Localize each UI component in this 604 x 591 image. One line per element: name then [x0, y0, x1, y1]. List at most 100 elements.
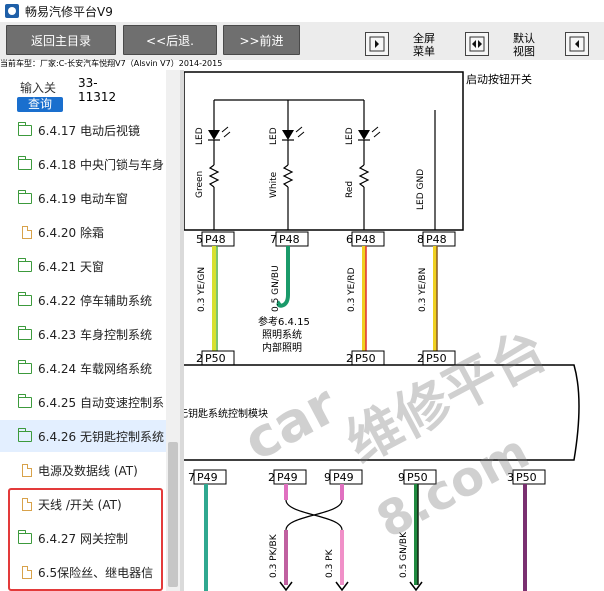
connector-label: P48	[205, 233, 226, 246]
sidebar-tree: 输入关 33- 11312 查询 6.4.17 电动后视镜 6.4.18 中央门锁…	[0, 70, 180, 591]
tree-item-label: 6.4.27 网关控制	[38, 531, 128, 546]
default-view-label[interactable]: 默认 视图	[504, 32, 544, 58]
tree-item[interactable]: 6.4.23 车身控制系统	[0, 318, 180, 350]
connector-label: P49	[333, 471, 354, 484]
vehicle-model-line: 当前车型：厂家:C-长安汽车悦翔V7（Alsvin V7）2014-2015	[0, 59, 223, 68]
search-label: 输入关	[20, 81, 57, 95]
tree-item[interactable]: 6.4.26 无钥匙控制系统	[0, 420, 180, 452]
resistor-icon	[208, 164, 220, 188]
ref-note-line3: 内部照明	[262, 341, 302, 354]
connector-label: P48	[279, 233, 300, 246]
ref-note-line1: 参考6.4.15	[258, 315, 310, 328]
connector-label: P49	[277, 471, 298, 484]
wire-gauge-label: 0.5 GN/BU	[271, 265, 281, 312]
folder-icon	[18, 291, 32, 306]
document-icon	[22, 497, 32, 511]
wiring-diagram-svg: 启动按钮开关 LED LED LEDGreen White Red LED GND 5 P4…	[184, 71, 580, 591]
tree-item-label: 6.4.25 自动变速控制系	[38, 395, 164, 410]
back-button[interactable]: <<后退.	[123, 25, 217, 55]
tree-item[interactable]: 6.4.19 电动车窗	[0, 182, 180, 214]
home-button[interactable]: 返回主目录	[6, 25, 116, 55]
folder-icon	[18, 359, 32, 374]
scrollbar-thumb[interactable]	[168, 442, 178, 587]
fullscreen-menu-label[interactable]: 全屏 菜单	[404, 32, 444, 58]
tree-item-label: 电源及数据线 (AT)	[38, 463, 138, 478]
tree-item[interactable]: 6.4.17 电动后视镜	[0, 114, 180, 146]
tree-item-label: 6.4.17 电动后视镜	[38, 123, 140, 138]
wire-gauge-label: 0.3 PK	[325, 548, 335, 578]
wire-gauge-label: 0.3 YE/RD	[347, 267, 357, 312]
app-title: 畅易汽修平台V9	[25, 4, 113, 19]
connector-label: P50	[426, 352, 447, 365]
connector-label: P50	[516, 471, 537, 484]
led-label: LED	[269, 127, 279, 145]
tree-item-label: 6.4.18 中央门锁与车身	[38, 157, 164, 172]
tree-item-label: 6.5保险丝、继电器信	[38, 565, 154, 580]
collapse-left-icon	[369, 36, 385, 52]
wire-color-label: Green	[195, 171, 205, 198]
switch-title: 启动按钮开关	[466, 72, 532, 86]
tree-item[interactable]: 6.4.18 中央门锁与车身	[0, 148, 180, 180]
wire-color-label: Red	[345, 181, 355, 198]
document-icon	[22, 225, 32, 239]
folder-icon	[18, 427, 32, 442]
connector-label: P48	[355, 233, 376, 246]
folder-icon	[18, 121, 32, 136]
folder-icon	[18, 189, 32, 204]
tree-item[interactable]: 天线 /开关 (AT)	[0, 488, 180, 520]
split-view-button[interactable]	[465, 32, 489, 56]
search-area: 输入关 33- 11312 查询	[0, 70, 165, 114]
tree-item-label: 6.4.20 除霜	[38, 225, 104, 240]
forward-button[interactable]: >>前进	[223, 25, 300, 55]
tree-item-label: 6.4.24 车载网络系统	[38, 361, 152, 376]
connector-label: P50	[205, 352, 226, 365]
folder-icon	[18, 529, 32, 544]
expand-right-icon	[569, 36, 585, 52]
ref-note-line2: 照明系统	[262, 328, 302, 341]
folder-icon	[18, 325, 32, 340]
tree-item[interactable]: 6.4.24 车载网络系统	[0, 352, 180, 384]
tree-item[interactable]: 6.4.22 停车辅助系统	[0, 284, 180, 316]
control-module-label: 无钥匙系统控制模块	[184, 407, 268, 420]
connector-label: P50	[355, 352, 376, 365]
expand-right-button[interactable]	[565, 32, 589, 56]
tree-item-label: 6.4.22 停车辅助系统	[38, 293, 152, 308]
document-icon	[22, 463, 32, 477]
tree-item[interactable]: 6.4.21 天窗	[0, 250, 180, 282]
tree-item[interactable]: 6.4.20 除霜	[0, 216, 180, 248]
wire-gauge-label: 0.3 YE/GN	[197, 267, 207, 312]
wiring-diagram: 启动按钮开关 LED LED LED Green White Red LED GND 5 P4…	[184, 70, 604, 591]
tree-item-label: 6.4.19 电动车窗	[38, 191, 128, 206]
app-logo-icon	[5, 4, 19, 18]
split-view-icon	[469, 36, 485, 52]
wire-color-label: White	[269, 171, 279, 198]
tree-item-label: 天线 /开关 (AT)	[38, 497, 122, 512]
tree-item[interactable]: 6.4.25 自动变速控制系	[0, 386, 180, 418]
search-code[interactable]: 33- 11312	[78, 76, 116, 104]
tree-item-label: 6.4.21 天窗	[38, 259, 104, 274]
tree-item[interactable]: 6.5保险丝、继电器信	[0, 556, 180, 588]
tree-item[interactable]: 6.4.27 网关控制	[0, 522, 180, 554]
tree-item[interactable]: 电源及数据线 (AT)	[0, 454, 180, 486]
document-icon	[22, 565, 32, 579]
wire-gauge-label: 0.5 GN/BK	[399, 531, 409, 578]
title-bar: 畅易汽修平台V9	[0, 0, 604, 23]
folder-icon	[18, 155, 32, 170]
tree-item-label: 6.4.23 车身控制系统	[38, 327, 152, 342]
resistor-icon	[282, 164, 294, 188]
folder-icon	[18, 257, 32, 272]
connector-label: P48	[426, 233, 447, 246]
query-button[interactable]: 查询	[17, 97, 63, 112]
led-icon	[358, 130, 370, 140]
wire-gauge-label: 0.3 YE/BN	[418, 268, 428, 312]
toolbar: 返回主目录 <<后退. >>前进 全屏 菜单 默认 视图	[0, 22, 604, 60]
wire-gauge-label: 0.3 PK/BK	[269, 533, 279, 578]
connector-label: P49	[197, 471, 218, 484]
led-label: LED	[195, 127, 205, 145]
led-icon	[282, 130, 294, 140]
connector-label: P50	[407, 471, 428, 484]
folder-icon	[18, 393, 32, 408]
sidebar-scrollbar[interactable]	[166, 70, 180, 591]
resistor-icon	[358, 164, 370, 188]
collapse-left-button[interactable]	[365, 32, 389, 56]
